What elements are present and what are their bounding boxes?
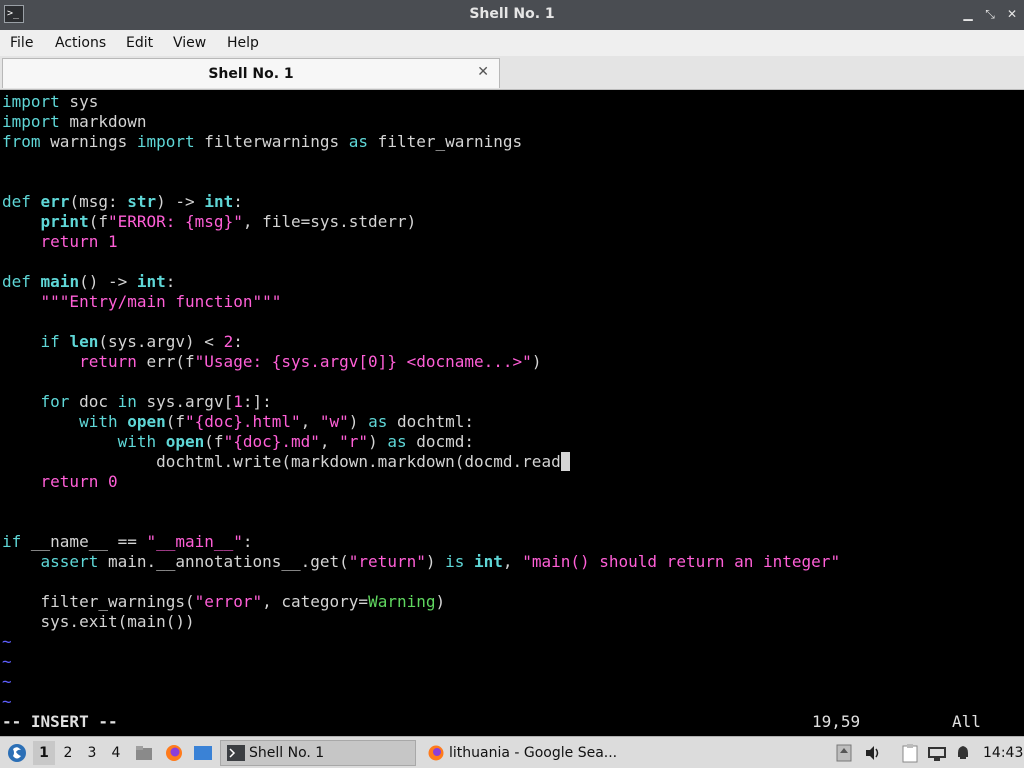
vim-status-line: -- INSERT -- 19,59 All bbox=[2, 712, 1022, 732]
terminal-task-icon bbox=[227, 745, 245, 761]
empty-line-marker: ~ bbox=[2, 672, 12, 691]
code-line: import markdown bbox=[2, 112, 147, 131]
empty-line-marker: ~ bbox=[2, 632, 12, 651]
terminal-view[interactable]: import sys import markdown from warnings i… bbox=[0, 91, 1024, 736]
tab-label: Shell No. 1 bbox=[208, 66, 294, 82]
menu-bar: File Actions Edit View Help bbox=[0, 30, 1024, 56]
workspace-2[interactable]: 2 bbox=[57, 741, 79, 765]
code-line: assert main.__annotations__.get("return"… bbox=[40, 552, 841, 571]
window-titlebar[interactable]: >_ Shell No. 1 ▁ ⤡ ✕ bbox=[0, 0, 1024, 30]
empty-line-marker: ~ bbox=[2, 652, 12, 671]
notifications-icon[interactable] bbox=[954, 743, 972, 763]
code-line: sys.exit(main()) bbox=[2, 612, 195, 631]
maximize-icon[interactable]: ⤡ bbox=[982, 6, 998, 22]
clock[interactable]: 14:43 bbox=[983, 745, 1023, 761]
task-label: Shell No. 1 bbox=[249, 745, 325, 761]
menu-help[interactable]: Help bbox=[227, 35, 259, 51]
firefox-icon[interactable] bbox=[164, 743, 184, 763]
code-line: """Entry/main function""" bbox=[40, 292, 282, 311]
code-line: if len(sys.argv) < 2: bbox=[40, 332, 243, 351]
code-line: with open(f"{doc}.html", "w") as dochtml… bbox=[79, 412, 475, 431]
clipboard-icon[interactable] bbox=[901, 743, 919, 763]
code-line: dochtml.write(markdown.markdown(docmd.re… bbox=[2, 452, 840, 472]
taskbar: 1 2 3 4 Shell No. 1 lithuania - Google S… bbox=[0, 736, 1024, 768]
volume-icon[interactable] bbox=[863, 743, 883, 763]
code-line: return 0 bbox=[40, 472, 118, 491]
code-buffer[interactable]: import sys import markdown from warnings i… bbox=[2, 92, 840, 712]
firefox-task-icon bbox=[428, 745, 444, 761]
empty-line-marker: ~ bbox=[2, 692, 12, 711]
code-line: with open(f"{doc}.md", "r") as docmd: bbox=[117, 432, 475, 451]
tab-shell-1[interactable]: Shell No. 1 ✕ bbox=[2, 58, 500, 88]
code-line: return 1 bbox=[40, 232, 118, 251]
task-shell-no-1[interactable]: Shell No. 1 bbox=[220, 740, 416, 766]
network-icon[interactable] bbox=[926, 743, 948, 763]
tab-bar: Shell No. 1 ✕ bbox=[0, 56, 1024, 90]
file-manager-icon[interactable] bbox=[134, 743, 154, 763]
menu-view[interactable]: View bbox=[173, 35, 206, 51]
code-line: return err(f"Usage: {sys.argv[0]} <docna… bbox=[79, 352, 542, 371]
menu-actions[interactable]: Actions bbox=[55, 35, 106, 51]
updates-icon[interactable] bbox=[836, 743, 852, 763]
close-icon[interactable]: ✕ bbox=[1004, 6, 1020, 22]
workspace-4[interactable]: 4 bbox=[105, 741, 127, 765]
code-line: if __name__ == "__main__": bbox=[2, 532, 253, 551]
task-google-search[interactable]: lithuania - Google Sea... bbox=[420, 740, 618, 766]
desktop-icon[interactable] bbox=[193, 744, 213, 762]
code-line: print(f"ERROR: {msg}", file=sys.stderr) bbox=[40, 212, 417, 231]
code-line: def err(msg: str) -> int: bbox=[2, 192, 243, 211]
vim-mode: -- INSERT -- bbox=[2, 712, 118, 731]
cursor-position: 19,59 bbox=[812, 712, 861, 731]
text-cursor bbox=[560, 452, 571, 471]
scroll-percent: All bbox=[952, 712, 981, 731]
tab-close-icon[interactable]: ✕ bbox=[477, 64, 489, 80]
task-label: lithuania - Google Sea... bbox=[449, 745, 618, 761]
workspace-1[interactable]: 1 bbox=[33, 741, 55, 765]
workspace-3[interactable]: 3 bbox=[81, 741, 103, 765]
code-line: for doc in sys.argv[1:]: bbox=[40, 392, 272, 411]
code-line: import sys bbox=[2, 92, 99, 111]
minimize-icon[interactable]: ▁ bbox=[960, 6, 976, 22]
window-title: Shell No. 1 bbox=[469, 6, 555, 22]
code-line: def main() -> int: bbox=[2, 272, 176, 291]
menu-edit[interactable]: Edit bbox=[126, 35, 153, 51]
menu-file[interactable]: File bbox=[10, 35, 33, 51]
code-line: filter_warnings("error", category=Warnin… bbox=[2, 592, 446, 611]
start-menu-icon[interactable] bbox=[6, 743, 28, 763]
code-line: from warnings import filterwarnings as f… bbox=[2, 132, 523, 151]
